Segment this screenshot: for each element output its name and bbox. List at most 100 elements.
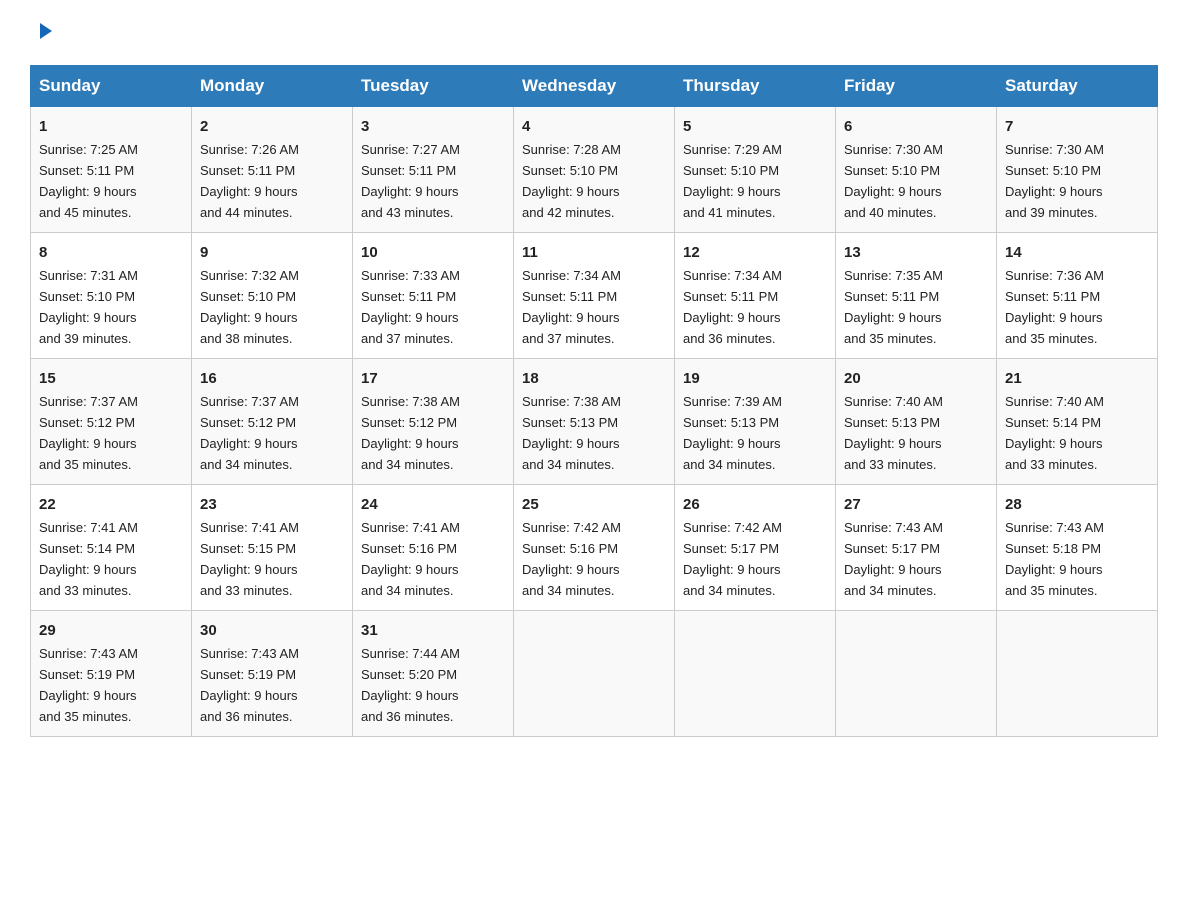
day-info: Sunrise: 7:41 AMSunset: 5:16 PMDaylight:… (361, 520, 460, 598)
day-number: 11 (522, 241, 666, 264)
day-number: 6 (844, 115, 988, 138)
day-info: Sunrise: 7:31 AMSunset: 5:10 PMDaylight:… (39, 268, 138, 346)
day-number: 23 (200, 493, 344, 516)
day-number: 30 (200, 619, 344, 642)
calendar-cell (836, 610, 997, 736)
calendar-cell: 15 Sunrise: 7:37 AMSunset: 5:12 PMDaylig… (31, 358, 192, 484)
calendar-cell: 31 Sunrise: 7:44 AMSunset: 5:20 PMDaylig… (353, 610, 514, 736)
day-info: Sunrise: 7:29 AMSunset: 5:10 PMDaylight:… (683, 142, 782, 220)
day-number: 19 (683, 367, 827, 390)
col-header-thursday: Thursday (675, 66, 836, 107)
day-info: Sunrise: 7:28 AMSunset: 5:10 PMDaylight:… (522, 142, 621, 220)
day-info: Sunrise: 7:40 AMSunset: 5:14 PMDaylight:… (1005, 394, 1104, 472)
day-info: Sunrise: 7:41 AMSunset: 5:14 PMDaylight:… (39, 520, 138, 598)
calendar-cell: 18 Sunrise: 7:38 AMSunset: 5:13 PMDaylig… (514, 358, 675, 484)
day-info: Sunrise: 7:39 AMSunset: 5:13 PMDaylight:… (683, 394, 782, 472)
day-number: 13 (844, 241, 988, 264)
day-info: Sunrise: 7:42 AMSunset: 5:17 PMDaylight:… (683, 520, 782, 598)
col-header-tuesday: Tuesday (353, 66, 514, 107)
page-header (30, 20, 1158, 47)
day-number: 16 (200, 367, 344, 390)
day-number: 26 (683, 493, 827, 516)
day-number: 25 (522, 493, 666, 516)
calendar-cell: 8 Sunrise: 7:31 AMSunset: 5:10 PMDayligh… (31, 232, 192, 358)
day-info: Sunrise: 7:27 AMSunset: 5:11 PMDaylight:… (361, 142, 460, 220)
calendar-cell: 11 Sunrise: 7:34 AMSunset: 5:11 PMDaylig… (514, 232, 675, 358)
calendar-cell: 3 Sunrise: 7:27 AMSunset: 5:11 PMDayligh… (353, 107, 514, 233)
calendar-cell: 17 Sunrise: 7:38 AMSunset: 5:12 PMDaylig… (353, 358, 514, 484)
week-row-2: 8 Sunrise: 7:31 AMSunset: 5:10 PMDayligh… (31, 232, 1158, 358)
col-header-wednesday: Wednesday (514, 66, 675, 107)
calendar-cell: 9 Sunrise: 7:32 AMSunset: 5:10 PMDayligh… (192, 232, 353, 358)
day-number: 18 (522, 367, 666, 390)
day-info: Sunrise: 7:33 AMSunset: 5:11 PMDaylight:… (361, 268, 460, 346)
calendar-cell: 27 Sunrise: 7:43 AMSunset: 5:17 PMDaylig… (836, 484, 997, 610)
day-number: 12 (683, 241, 827, 264)
day-number: 17 (361, 367, 505, 390)
day-info: Sunrise: 7:44 AMSunset: 5:20 PMDaylight:… (361, 646, 460, 724)
day-number: 10 (361, 241, 505, 264)
day-info: Sunrise: 7:38 AMSunset: 5:12 PMDaylight:… (361, 394, 460, 472)
day-number: 3 (361, 115, 505, 138)
week-row-4: 22 Sunrise: 7:41 AMSunset: 5:14 PMDaylig… (31, 484, 1158, 610)
day-number: 28 (1005, 493, 1149, 516)
calendar-cell: 26 Sunrise: 7:42 AMSunset: 5:17 PMDaylig… (675, 484, 836, 610)
day-number: 1 (39, 115, 183, 138)
day-info: Sunrise: 7:37 AMSunset: 5:12 PMDaylight:… (200, 394, 299, 472)
logo-arrow-icon (34, 20, 56, 47)
calendar-cell: 21 Sunrise: 7:40 AMSunset: 5:14 PMDaylig… (997, 358, 1158, 484)
calendar-cell: 28 Sunrise: 7:43 AMSunset: 5:18 PMDaylig… (997, 484, 1158, 610)
calendar-cell: 19 Sunrise: 7:39 AMSunset: 5:13 PMDaylig… (675, 358, 836, 484)
day-number: 15 (39, 367, 183, 390)
day-number: 2 (200, 115, 344, 138)
day-info: Sunrise: 7:25 AMSunset: 5:11 PMDaylight:… (39, 142, 138, 220)
day-number: 8 (39, 241, 183, 264)
calendar-cell: 10 Sunrise: 7:33 AMSunset: 5:11 PMDaylig… (353, 232, 514, 358)
day-number: 31 (361, 619, 505, 642)
col-header-saturday: Saturday (997, 66, 1158, 107)
day-info: Sunrise: 7:30 AMSunset: 5:10 PMDaylight:… (844, 142, 943, 220)
day-info: Sunrise: 7:42 AMSunset: 5:16 PMDaylight:… (522, 520, 621, 598)
day-info: Sunrise: 7:43 AMSunset: 5:19 PMDaylight:… (39, 646, 138, 724)
calendar-cell: 5 Sunrise: 7:29 AMSunset: 5:10 PMDayligh… (675, 107, 836, 233)
logo (30, 20, 56, 47)
day-number: 14 (1005, 241, 1149, 264)
calendar-cell: 23 Sunrise: 7:41 AMSunset: 5:15 PMDaylig… (192, 484, 353, 610)
col-header-friday: Friday (836, 66, 997, 107)
day-number: 7 (1005, 115, 1149, 138)
day-number: 5 (683, 115, 827, 138)
calendar-cell: 29 Sunrise: 7:43 AMSunset: 5:19 PMDaylig… (31, 610, 192, 736)
col-header-monday: Monday (192, 66, 353, 107)
calendar-cell: 1 Sunrise: 7:25 AMSunset: 5:11 PMDayligh… (31, 107, 192, 233)
day-info: Sunrise: 7:32 AMSunset: 5:10 PMDaylight:… (200, 268, 299, 346)
day-info: Sunrise: 7:35 AMSunset: 5:11 PMDaylight:… (844, 268, 943, 346)
day-info: Sunrise: 7:43 AMSunset: 5:18 PMDaylight:… (1005, 520, 1104, 598)
col-header-sunday: Sunday (31, 66, 192, 107)
calendar-cell: 14 Sunrise: 7:36 AMSunset: 5:11 PMDaylig… (997, 232, 1158, 358)
calendar-cell: 30 Sunrise: 7:43 AMSunset: 5:19 PMDaylig… (192, 610, 353, 736)
calendar-cell: 2 Sunrise: 7:26 AMSunset: 5:11 PMDayligh… (192, 107, 353, 233)
day-number: 27 (844, 493, 988, 516)
day-info: Sunrise: 7:40 AMSunset: 5:13 PMDaylight:… (844, 394, 943, 472)
day-info: Sunrise: 7:26 AMSunset: 5:11 PMDaylight:… (200, 142, 299, 220)
calendar-cell: 4 Sunrise: 7:28 AMSunset: 5:10 PMDayligh… (514, 107, 675, 233)
calendar-cell: 24 Sunrise: 7:41 AMSunset: 5:16 PMDaylig… (353, 484, 514, 610)
calendar-cell: 22 Sunrise: 7:41 AMSunset: 5:14 PMDaylig… (31, 484, 192, 610)
week-row-5: 29 Sunrise: 7:43 AMSunset: 5:19 PMDaylig… (31, 610, 1158, 736)
day-info: Sunrise: 7:43 AMSunset: 5:19 PMDaylight:… (200, 646, 299, 724)
day-number: 4 (522, 115, 666, 138)
day-info: Sunrise: 7:37 AMSunset: 5:12 PMDaylight:… (39, 394, 138, 472)
day-info: Sunrise: 7:34 AMSunset: 5:11 PMDaylight:… (522, 268, 621, 346)
calendar-cell (997, 610, 1158, 736)
calendar-cell: 7 Sunrise: 7:30 AMSunset: 5:10 PMDayligh… (997, 107, 1158, 233)
day-info: Sunrise: 7:38 AMSunset: 5:13 PMDaylight:… (522, 394, 621, 472)
calendar-table: SundayMondayTuesdayWednesdayThursdayFrid… (30, 65, 1158, 737)
calendar-header-row: SundayMondayTuesdayWednesdayThursdayFrid… (31, 66, 1158, 107)
calendar-cell (514, 610, 675, 736)
calendar-cell: 25 Sunrise: 7:42 AMSunset: 5:16 PMDaylig… (514, 484, 675, 610)
week-row-3: 15 Sunrise: 7:37 AMSunset: 5:12 PMDaylig… (31, 358, 1158, 484)
day-info: Sunrise: 7:30 AMSunset: 5:10 PMDaylight:… (1005, 142, 1104, 220)
calendar-cell: 20 Sunrise: 7:40 AMSunset: 5:13 PMDaylig… (836, 358, 997, 484)
day-number: 20 (844, 367, 988, 390)
calendar-cell: 16 Sunrise: 7:37 AMSunset: 5:12 PMDaylig… (192, 358, 353, 484)
